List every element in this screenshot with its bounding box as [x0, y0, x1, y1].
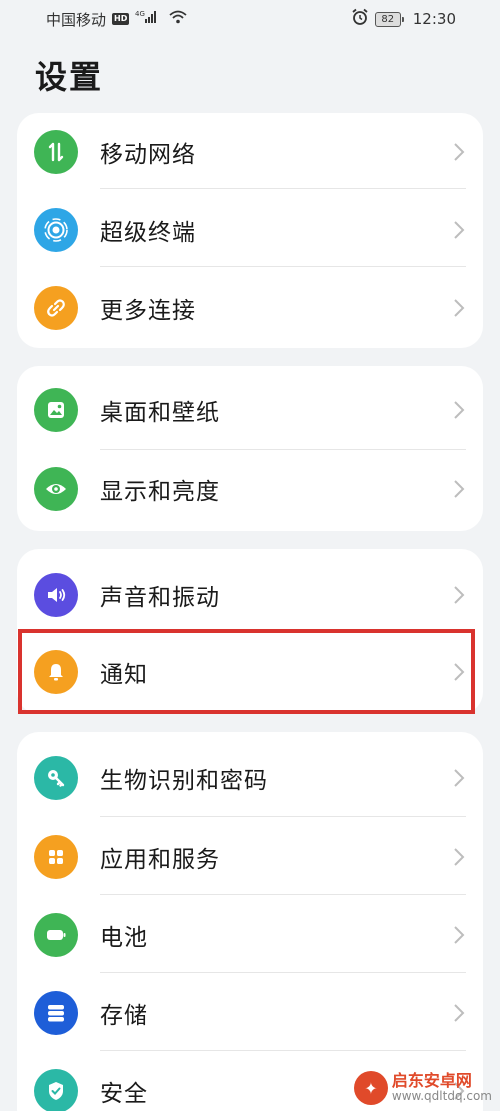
speaker-icon: [34, 573, 78, 617]
divider: [100, 972, 466, 973]
link-icon: [34, 286, 78, 330]
bell-icon: [34, 650, 78, 694]
apps-icon: [34, 835, 78, 879]
settings-item-label: 安全: [100, 1081, 148, 1107]
network-type: 4G: [135, 10, 145, 18]
mobile-data-icon: [34, 130, 78, 174]
wallpaper-icon: [34, 388, 78, 432]
settings-item-label: 应用和服务: [100, 847, 220, 873]
signal-icon: 4G: [135, 10, 163, 28]
settings-item-sound-vibration[interactable]: 声音和振动: [17, 556, 483, 634]
settings-group-display: 桌面和壁纸 显示和亮度: [17, 366, 483, 531]
settings-item-super-device[interactable]: 超级终端: [17, 191, 483, 269]
super-device-icon: [34, 208, 78, 252]
divider: [100, 266, 466, 267]
settings-item-storage[interactable]: 存储: [17, 974, 483, 1052]
settings-group-connectivity: 移动网络 超级终端 更多连接: [17, 113, 483, 348]
divider: [100, 188, 466, 189]
eye-icon: [34, 467, 78, 511]
watermark-url: www.qdltdq.com: [391, 1089, 492, 1104]
carrier-name: 中国移动: [46, 10, 107, 29]
settings-item-notifications[interactable]: 通知: [17, 633, 483, 711]
wifi-icon: [169, 10, 187, 28]
settings-item-label: 更多连接: [100, 298, 196, 324]
chevron-right-icon: [454, 401, 465, 419]
watermark-logo-icon: ✦: [353, 1071, 388, 1105]
settings-item-label: 电池: [100, 925, 148, 951]
watermark: ✦ 启东安卓网 www.qdltdq.com: [353, 1071, 492, 1105]
settings-item-display-brightness[interactable]: 显示和亮度: [17, 450, 483, 528]
settings-item-label: 通知: [100, 662, 148, 688]
chevron-right-icon: [454, 586, 465, 604]
chevron-right-icon: [454, 769, 465, 787]
key-icon: [34, 756, 78, 800]
chevron-right-icon: [454, 663, 465, 681]
divider: [100, 1050, 466, 1051]
settings-item-battery[interactable]: 电池: [17, 896, 483, 974]
chevron-right-icon: [454, 1004, 465, 1022]
chevron-right-icon: [454, 926, 465, 944]
alarm-icon: [351, 8, 369, 30]
storage-icon: [34, 991, 78, 1035]
status-bar: 中国移动 HD 4G 82 12:30: [0, 0, 500, 38]
settings-group-sound-notifications: 声音和振动 通知: [17, 549, 483, 714]
settings-item-label: 存储: [100, 1003, 148, 1029]
settings-item-label: 移动网络: [100, 142, 196, 168]
chevron-right-icon: [454, 143, 465, 161]
hd-badge: HD: [112, 13, 130, 25]
shield-icon: [34, 1069, 78, 1111]
settings-item-desktop-wallpaper[interactable]: 桌面和壁纸: [17, 371, 483, 449]
divider: [100, 894, 466, 895]
settings-item-biometrics-password[interactable]: 生物识别和密码: [17, 739, 483, 817]
settings-item-label: 超级终端: [100, 220, 196, 246]
settings-item-label: 生物识别和密码: [100, 768, 268, 794]
watermark-name: 启东安卓网: [391, 1071, 472, 1091]
settings-item-more-connections[interactable]: 更多连接: [17, 269, 483, 347]
settings-item-label: 显示和亮度: [100, 479, 220, 505]
chevron-right-icon: [454, 848, 465, 866]
clock: 12:30: [412, 10, 456, 28]
settings-item-label: 桌面和壁纸: [100, 400, 220, 426]
settings-item-mobile-network[interactable]: 移动网络: [17, 113, 483, 191]
chevron-right-icon: [454, 299, 465, 317]
settings-group-security-system: 生物识别和密码 应用和服务 电池 存储 安全: [17, 732, 483, 1111]
battery-icon: [34, 913, 78, 957]
settings-item-apps-services[interactable]: 应用和服务: [17, 818, 483, 896]
chevron-right-icon: [454, 480, 465, 498]
battery-indicator: 82: [374, 11, 404, 27]
settings-item-label: 声音和振动: [100, 585, 220, 611]
divider: [100, 816, 466, 817]
chevron-right-icon: [454, 221, 465, 239]
page-title: 设置: [35, 58, 104, 96]
